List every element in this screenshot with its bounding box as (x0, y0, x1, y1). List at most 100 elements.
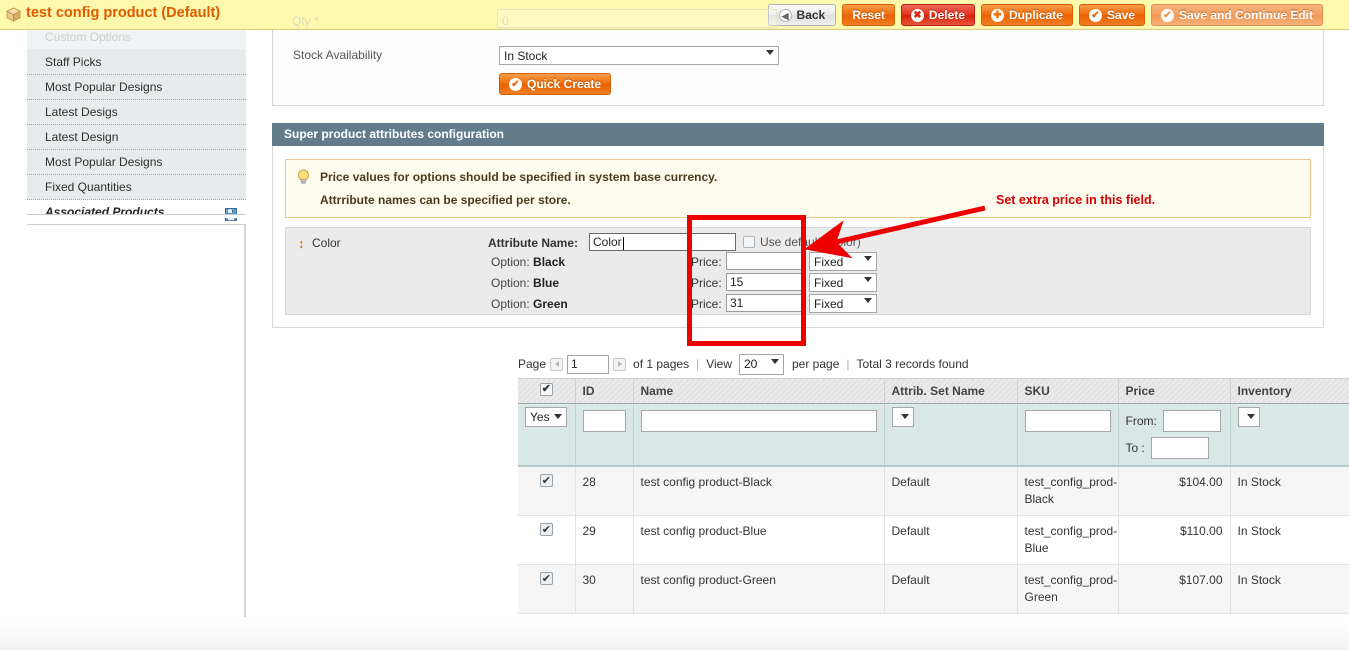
sidebar-item-label: Staff Picks (45, 55, 102, 69)
stock-availability-label: Stock Availability (293, 48, 383, 62)
sidebar-item-latest-design[interactable]: Latest Design (27, 125, 246, 150)
sidebar-item-associated-products[interactable]: Associated Products (27, 200, 246, 225)
row-id: 30 (575, 564, 634, 614)
page-label: Page (518, 357, 547, 371)
sidebar-item-fixed-quantities[interactable]: Fixed Quantities (27, 175, 246, 200)
option-price-type-value: Fixed (814, 297, 844, 311)
stock-availability-fieldset: Stock Availability In Stock ✔ Quick Crea… (272, 28, 1324, 106)
sidebar-item-label: Latest Design (45, 130, 119, 144)
sidebar-item-staff-picks[interactable]: Staff Picks (27, 50, 246, 75)
row-id: 29 (575, 515, 634, 565)
column-header-sku[interactable]: SKU (1017, 378, 1119, 404)
row-select-cell[interactable] (518, 515, 576, 565)
column-header-inventory[interactable]: Inventory (1230, 378, 1349, 404)
filter-attrib-set-dropdown[interactable] (891, 407, 914, 427)
row-name: test config product-Blue (633, 515, 885, 565)
notice-line-1: Price values for options should be speci… (320, 170, 718, 184)
attribute-name-label: Attribute Name: (488, 236, 579, 250)
option-prefix: Option: (491, 297, 530, 311)
row-sku: test_config_prod-Green (1017, 564, 1119, 614)
previous-page-button[interactable] (550, 357, 564, 371)
attribute-name-input[interactable]: Color (589, 233, 736, 251)
option-price-input-0[interactable] (726, 252, 803, 270)
chevron-down-icon (1246, 414, 1255, 419)
save-and-continue-edit-button[interactable]: ✔ Save and Continue Edit (1150, 4, 1323, 26)
option-price-type-select-2[interactable]: Fixed (809, 294, 877, 313)
reset-button[interactable]: Reset (842, 4, 895, 26)
save-button[interactable]: ✔ Save (1078, 4, 1145, 26)
chevron-down-icon (864, 277, 872, 282)
page-number-input[interactable]: 1 (567, 354, 610, 374)
qty-label: Qty * (292, 14, 319, 28)
sidebar-item-latest-desigs[interactable]: Latest Desigs (27, 100, 246, 125)
option-price-type-value: Fixed (814, 276, 844, 290)
filter-inventory-dropdown[interactable] (1237, 407, 1260, 427)
back-arrow-icon: ◀ (778, 8, 792, 22)
back-label: Back (796, 8, 826, 22)
row-checkbox[interactable] (539, 522, 553, 539)
option-price-value: 31 (730, 296, 744, 310)
sidebar-item-most-popular-designs-1[interactable]: Most Popular Designs (27, 75, 246, 100)
column-header-attrib-set-name[interactable]: Attrib. Set Name (884, 378, 1018, 404)
use-default-checkbox-group[interactable]: Use default (Color) (743, 235, 861, 249)
quick-create-button[interactable]: ✔ Quick Create (499, 73, 612, 95)
main-content: Stock Availability In Stock ✔ Quick Crea… (246, 0, 1349, 617)
grid-toolbar: Page 1 of 1 pages | View 20 per page | T… (518, 350, 1349, 378)
filter-price-from-input[interactable] (1162, 410, 1221, 432)
option-price-type-select-1[interactable]: Fixed (809, 273, 877, 292)
row-select-cell[interactable] (518, 564, 576, 614)
table-row[interactable]: 29 test config product-Blue Default test… (518, 515, 1349, 565)
drag-updown-icon[interactable]: ↕ (298, 236, 305, 251)
qty-value: 0 (502, 14, 509, 28)
filter-name-input[interactable] (640, 410, 877, 432)
chevron-down-icon (771, 358, 779, 364)
option-price-type-select-0[interactable]: Fixed (809, 252, 877, 271)
per-page-select[interactable]: 20 (739, 353, 784, 375)
filter-id-cell (575, 403, 634, 467)
use-default-checkbox[interactable] (743, 236, 755, 248)
column-header-name[interactable]: Name (633, 378, 885, 404)
row-inventory: In Stock (1230, 515, 1349, 565)
attribute-title: Color (312, 236, 341, 250)
tabs-bottom-edge (27, 214, 246, 218)
table-row[interactable]: 28 test config product-Black Default tes… (518, 466, 1349, 516)
filter-sku-input[interactable] (1024, 410, 1111, 432)
column-header-price[interactable]: Price (1118, 378, 1231, 404)
header-action-buttons: ◀ Back Reset ✖ Delete ✚ Duplicate ✔ Save… (767, 4, 1323, 26)
filter-attrib-set-cell (884, 403, 1018, 467)
duplicate-button[interactable]: ✚ Duplicate (980, 4, 1073, 26)
filter-id-input[interactable] (582, 410, 626, 432)
option-name: Green (533, 297, 568, 311)
next-page-button[interactable] (613, 357, 627, 371)
filter-price-to-input[interactable] (1150, 437, 1209, 459)
option-row-label-1: Option: Blue (491, 276, 559, 290)
delete-button[interactable]: ✖ Delete (900, 4, 975, 26)
option-prefix: Option: (491, 255, 530, 269)
lightbulb-icon (296, 169, 311, 185)
row-checkbox[interactable] (539, 571, 553, 588)
table-filter-row: Yes From: To: (518, 403, 1349, 467)
row-checkbox[interactable] (539, 473, 553, 490)
qty-input[interactable] (497, 9, 777, 28)
column-header-id[interactable]: ID (575, 378, 634, 404)
table-row[interactable]: 30 test config product-Green Default tes… (518, 564, 1349, 614)
sidebar-item-most-popular-designs-2[interactable]: Most Popular Designs (27, 150, 246, 175)
attribute-config-row: ↕ Color Attribute Name: Color Use defaul… (285, 227, 1311, 315)
sidebar-item-label: Most Popular Designs (45, 80, 163, 94)
filter-price-from-label: From: (1125, 414, 1157, 428)
products-table: ID Name Attrib. Set Name SKU Price Inven… (518, 378, 1349, 614)
row-inventory: In Stock (1230, 564, 1349, 614)
reset-label: Reset (852, 8, 885, 22)
page-title: test config product (Default) (26, 5, 221, 21)
select-all-checkbox[interactable] (539, 382, 553, 396)
option-price-input-2[interactable]: 31 (726, 294, 803, 312)
row-price: $107.00 (1118, 564, 1231, 614)
column-header-select[interactable] (518, 378, 576, 404)
stock-availability-select[interactable]: In Stock (499, 46, 779, 65)
row-select-cell[interactable] (518, 466, 576, 516)
filter-select-dropdown[interactable]: Yes (525, 407, 567, 427)
quick-create-label: Quick Create (527, 77, 602, 91)
option-price-input-1[interactable]: 15 (726, 273, 803, 291)
back-button[interactable]: ◀ Back (767, 4, 837, 26)
panel-title: Super product attributes configuration (272, 123, 1324, 146)
